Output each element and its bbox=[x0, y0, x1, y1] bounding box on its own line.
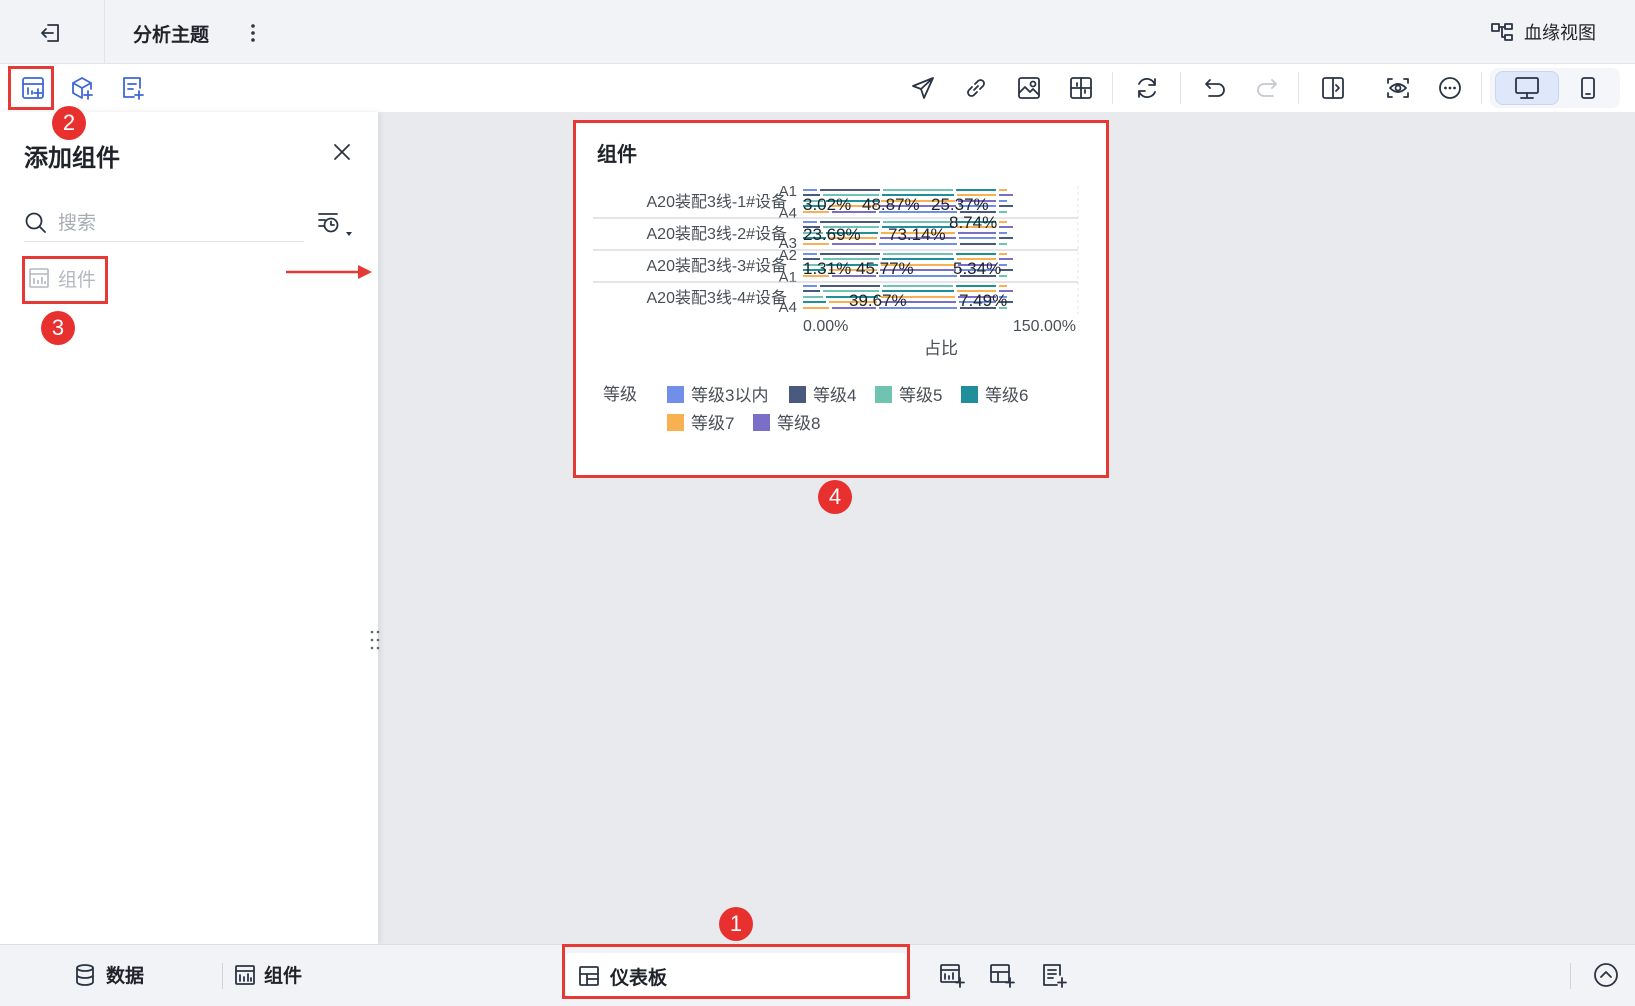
search-icon bbox=[24, 211, 48, 235]
layout-grid-icon[interactable] bbox=[1068, 75, 1094, 101]
lineage-view-button[interactable]: 血缘视图 bbox=[1490, 18, 1596, 46]
bottom-divider bbox=[222, 963, 223, 989]
close-icon[interactable] bbox=[330, 140, 354, 164]
panel-toggle-icon[interactable] bbox=[1320, 75, 1346, 101]
add-model-icon[interactable] bbox=[70, 75, 96, 101]
callout-badge-1: 1 bbox=[719, 907, 753, 941]
send-icon[interactable] bbox=[910, 75, 936, 101]
highlight-component-item bbox=[22, 256, 108, 304]
bar-chart-icon bbox=[234, 964, 256, 986]
add-component-panel: 添加组件 组件 bbox=[0, 112, 380, 944]
preview-icon[interactable] bbox=[1385, 75, 1411, 101]
search-box bbox=[24, 204, 304, 242]
tab-components-label: 组件 bbox=[264, 965, 303, 987]
page-title: 分析主题 bbox=[133, 24, 210, 46]
redo-icon[interactable] bbox=[1254, 75, 1280, 101]
callout-badge-3: 3 bbox=[41, 311, 75, 345]
search-input[interactable] bbox=[58, 211, 278, 234]
callout-badge-2: 2 bbox=[52, 106, 86, 140]
add-text-icon[interactable] bbox=[120, 75, 146, 101]
bottom-divider bbox=[1570, 963, 1571, 989]
tab-data-label: 数据 bbox=[106, 965, 145, 987]
desktop-view-button[interactable] bbox=[1495, 71, 1559, 105]
toolbar bbox=[0, 64, 1635, 112]
panel-title: 添加组件 bbox=[24, 144, 120, 172]
refresh-icon[interactable] bbox=[1134, 75, 1160, 101]
title-divider bbox=[104, 0, 105, 64]
lineage-label: 血缘视图 bbox=[1524, 23, 1596, 44]
recent-filter-icon[interactable] bbox=[316, 208, 356, 240]
lineage-icon bbox=[1490, 21, 1514, 43]
toolbar-divider bbox=[1112, 72, 1113, 104]
drag-arrow bbox=[286, 262, 376, 282]
back-icon[interactable] bbox=[38, 20, 64, 46]
tab-components[interactable]: 组件 bbox=[234, 961, 302, 988]
highlight-dashboard-tab bbox=[562, 944, 910, 999]
toolbar-divider bbox=[1481, 72, 1482, 104]
callout-badge-4: 4 bbox=[818, 480, 852, 514]
toolbar-divider bbox=[1180, 72, 1181, 104]
add-dashboard-icon[interactable] bbox=[988, 961, 1016, 989]
toolbar-divider bbox=[1298, 72, 1299, 104]
link-icon[interactable] bbox=[963, 75, 989, 101]
highlight-add-component bbox=[8, 66, 54, 110]
screenshot-icon[interactable] bbox=[1016, 75, 1042, 101]
database-icon bbox=[74, 963, 96, 987]
add-chart-icon[interactable] bbox=[938, 961, 966, 989]
add-report-icon[interactable] bbox=[1040, 961, 1068, 989]
resize-grip-icon[interactable] bbox=[368, 628, 382, 652]
more-horizontal-icon[interactable] bbox=[1437, 75, 1463, 101]
highlight-chart-widget bbox=[573, 120, 1109, 478]
mobile-view-icon[interactable] bbox=[1575, 75, 1601, 101]
top-bar: 分析主题 血缘视图 bbox=[0, 0, 1635, 64]
undo-icon[interactable] bbox=[1202, 75, 1228, 101]
collapse-up-icon[interactable] bbox=[1592, 961, 1620, 989]
more-vert-icon[interactable] bbox=[244, 22, 262, 44]
tab-data[interactable]: 数据 bbox=[74, 961, 144, 988]
